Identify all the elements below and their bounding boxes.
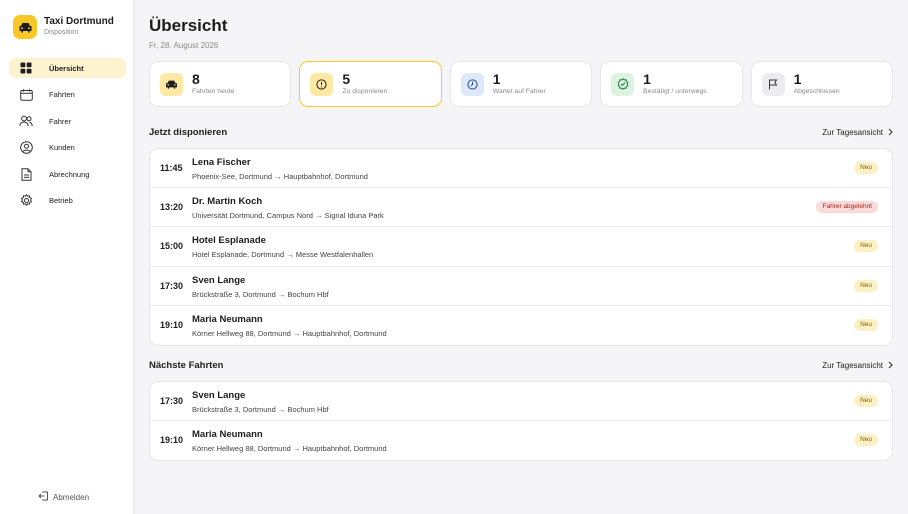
stat-card-fahrten-heute[interactable]: 8 Fahrten heute <box>149 61 292 107</box>
stat-value: 1 <box>793 70 802 87</box>
stat-value: 5 <box>342 70 351 87</box>
stat-label: Abgeschlossen <box>793 87 840 95</box>
list-item[interactable]: 17:30 Sven Lange Brückstraße 3, Dortmund… <box>150 267 892 306</box>
stat-card-bestaetigt[interactable]: 1 Bestätigt / unterwegs <box>600 61 743 107</box>
sidebar-item-label: Übersicht <box>49 63 84 73</box>
stat-value: 8 <box>192 70 200 87</box>
sidebar: Taxi Dortmund Disposition Übersicht Fahr… <box>0 0 134 514</box>
ride-customer: Dr. Martin Koch <box>192 196 263 208</box>
ride-route: Körner Hellweg 88, Dortmund → Hauptbahnh… <box>192 444 387 454</box>
ride-route: Hotel Esplanade, Dortmund → Messe Westfa… <box>192 250 374 260</box>
clock-icon <box>460 72 484 96</box>
ride-route: Brückstraße 3, Dortmund → Bochum Hbf <box>192 405 329 414</box>
stat-label: Wartet auf Fahrer <box>492 87 546 95</box>
stat-card-zu-disponieren[interactable]: 5 Zu disponieren <box>299 61 442 107</box>
ride-customer: Lena Fischer <box>192 157 251 168</box>
taxi-logo-icon <box>13 15 37 39</box>
check-icon <box>611 72 635 96</box>
sidebar-item-label: Kunden <box>49 143 75 153</box>
sidebar-item-abrechnung[interactable]: Abrechnung <box>9 164 126 184</box>
alert-icon <box>310 72 334 96</box>
ride-time: 19:10 <box>160 435 184 446</box>
status-badge: Neu <box>854 318 878 331</box>
status-badge: Neu <box>854 162 878 174</box>
list-item[interactable]: 19:10 Maria Neumann Körner Hellweg 88, D… <box>150 421 892 460</box>
list-item[interactable]: 17:30 Sven Lange Brückstraße 3, Dortmund… <box>150 382 892 422</box>
day-view-link[interactable]: Zur Tagesansicht <box>822 128 893 138</box>
logout-button[interactable]: Abmelden <box>38 488 89 506</box>
sidebar-nav: Übersicht Fahrten Fahrer Kunden Abrechnu… <box>9 58 126 218</box>
stat-label: Zu disponieren <box>342 87 388 95</box>
dispatch-section-header: Jetzt disponieren Zur Tagesansicht <box>149 127 893 138</box>
page-title: Übersicht <box>149 16 228 35</box>
ride-customer: Maria Neumann <box>192 429 263 441</box>
chevron-right-icon <box>888 128 893 138</box>
grid-icon <box>19 61 33 75</box>
sidebar-item-uebersicht[interactable]: Übersicht <box>9 58 126 78</box>
list-item[interactable]: 13:20 Dr. Martin Koch Universität Dortmu… <box>150 188 892 228</box>
stat-value: 1 <box>492 70 501 87</box>
stat-label: Bestätigt / unterwegs <box>643 87 707 95</box>
ride-route: Phoenix-See, Dortmund → Hauptbahnhof, Do… <box>192 172 368 181</box>
page-date: Fr, 28. August 2026 <box>149 41 219 50</box>
gear-icon <box>19 194 33 208</box>
status-badge: Neu <box>854 279 878 292</box>
sidebar-item-fahrten[interactable]: Fahrten <box>9 85 126 105</box>
users-icon <box>19 114 33 128</box>
stat-card-abgeschlossen[interactable]: 1 Abgeschlossen <box>750 61 893 107</box>
section-title: Jetzt disponieren <box>149 127 228 138</box>
stat-label: Fahrten heute <box>192 87 235 95</box>
sidebar-item-betrieb[interactable]: Betrieb <box>9 191 126 211</box>
list-item[interactable]: 15:00 Hotel Esplanade Hotel Esplanade, D… <box>150 227 892 267</box>
user-circle-icon <box>19 141 33 155</box>
calendar-icon <box>19 88 33 102</box>
ride-time: 19:10 <box>160 319 184 330</box>
sidebar-item-kunden[interactable]: Kunden <box>9 138 126 158</box>
status-badge: Neu <box>854 395 878 407</box>
flag-icon <box>761 72 785 96</box>
ride-time: 15:00 <box>160 241 184 252</box>
brand-subtitle: Disposition <box>44 29 79 36</box>
list-item[interactable]: 11:45 Lena Fischer Phoenix-See, Dortmund… <box>150 149 892 189</box>
ride-time: 17:30 <box>160 396 184 406</box>
stat-value: 1 <box>643 70 651 87</box>
ride-route: Brückstraße 3, Dortmund → Bochum Hbf <box>192 289 329 299</box>
car-icon <box>160 72 183 96</box>
ride-time: 13:20 <box>160 202 184 213</box>
ride-time: 11:45 <box>160 163 183 173</box>
status-badge: Neu <box>854 240 878 253</box>
ride-route: Körner Hellweg 88, Dortmund → Hauptbahnh… <box>192 328 387 338</box>
sidebar-item-fahrer[interactable]: Fahrer <box>9 111 126 131</box>
logout-icon <box>38 488 49 506</box>
dispatch-list: 11:45 Lena Fischer Phoenix-See, Dortmund… <box>149 148 893 346</box>
status-badge: Fahrer abgelehnt <box>816 201 878 214</box>
ride-time: 17:30 <box>160 280 184 291</box>
chevron-right-icon <box>888 361 893 371</box>
day-view-link[interactable]: Zur Tagesansicht <box>822 361 893 371</box>
ride-customer: Sven Lange <box>192 390 246 401</box>
brand-name: Taxi Dortmund <box>44 16 114 27</box>
sidebar-item-label: Abrechnung <box>49 169 90 179</box>
sidebar-item-label: Fahrten <box>49 90 75 100</box>
upcoming-section-header: Nächste Fahrten Zur Tagesansicht <box>149 360 893 371</box>
document-icon <box>19 167 33 181</box>
ride-customer: Sven Lange <box>192 274 246 286</box>
link-label: Zur Tagesansicht <box>822 128 883 137</box>
logout-label: Abmelden <box>53 492 90 502</box>
section-title: Nächste Fahrten <box>149 360 224 371</box>
ride-route: Universität Dortmund, Campus Nord → Sign… <box>192 211 384 221</box>
brand[interactable]: Taxi Dortmund Disposition <box>13 15 114 39</box>
sidebar-item-label: Betrieb <box>49 196 73 206</box>
sidebar-item-label: Fahrer <box>49 116 72 126</box>
status-badge: Neu <box>854 434 878 447</box>
list-item[interactable]: 19:10 Maria Neumann Körner Hellweg 88, D… <box>150 306 892 345</box>
ride-customer: Maria Neumann <box>192 313 263 325</box>
stat-cards: 8 Fahrten heute 5 Zu disponieren 1 Warte… <box>149 61 893 107</box>
stat-card-wartet-auf-fahrer[interactable]: 1 Wartet auf Fahrer <box>449 61 593 107</box>
upcoming-list: 17:30 Sven Lange Brückstraße 3, Dortmund… <box>149 381 893 462</box>
ride-customer: Hotel Esplanade <box>192 235 266 247</box>
link-label: Zur Tagesansicht <box>822 361 883 370</box>
